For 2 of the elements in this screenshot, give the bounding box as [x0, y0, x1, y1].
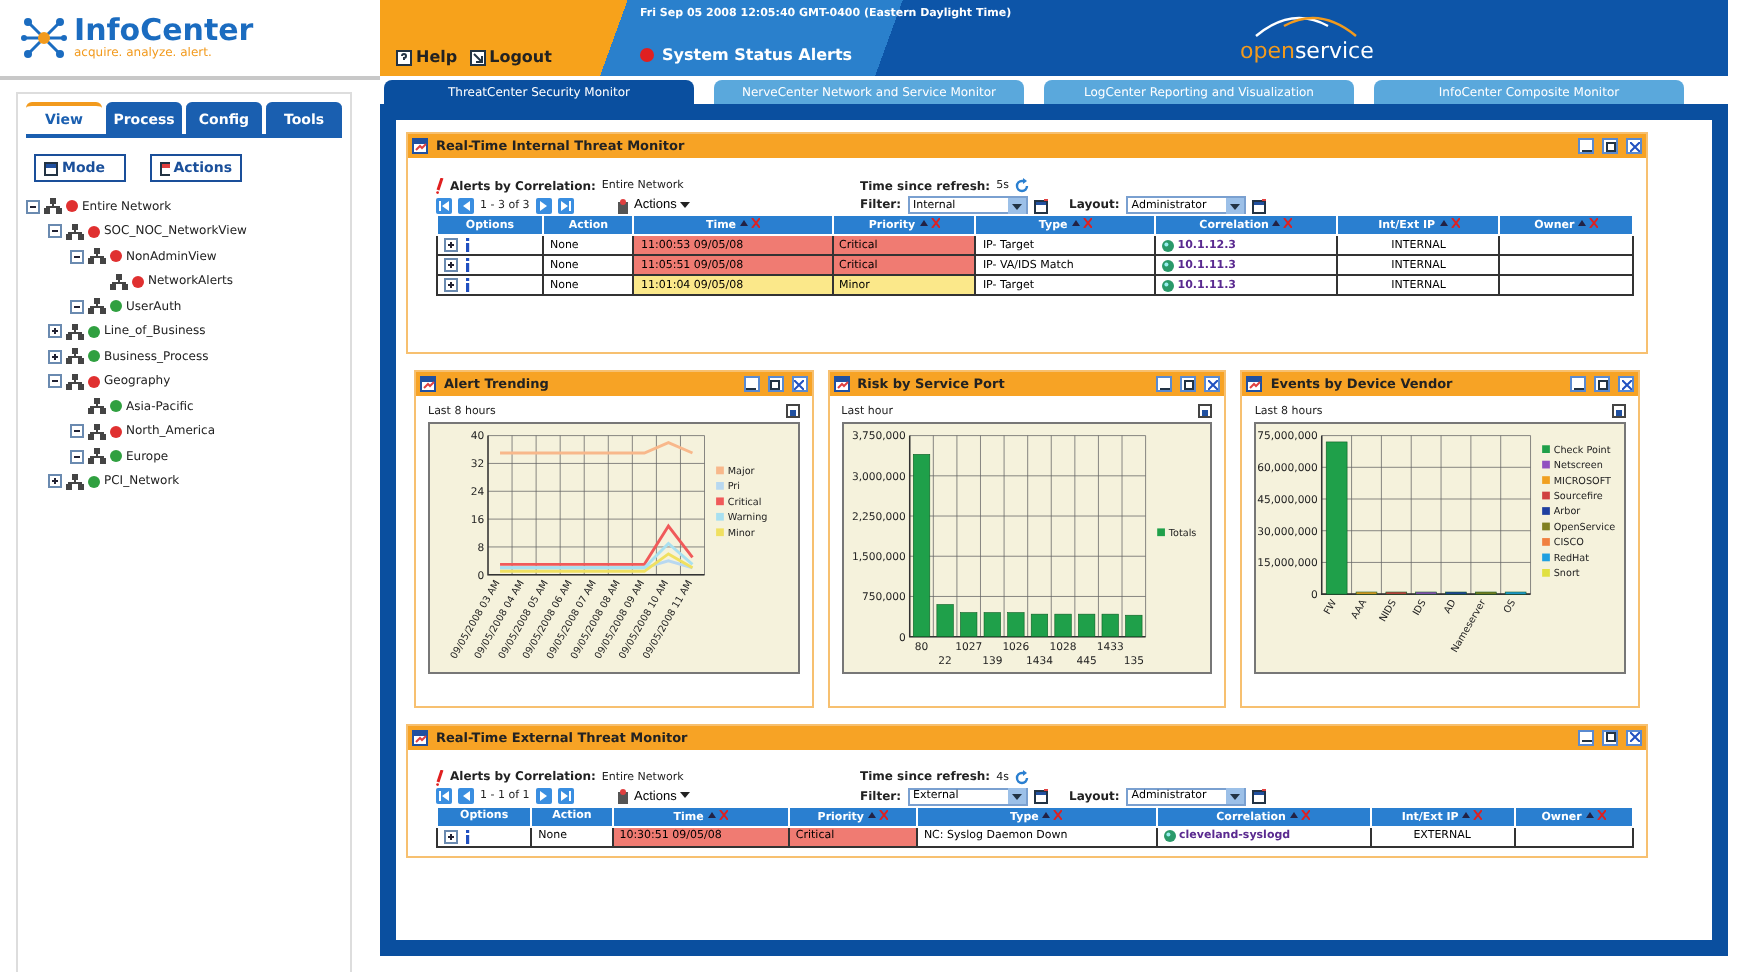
brand-name: openservice — [1240, 37, 1374, 63]
app-title: InfoCenter — [74, 16, 254, 46]
